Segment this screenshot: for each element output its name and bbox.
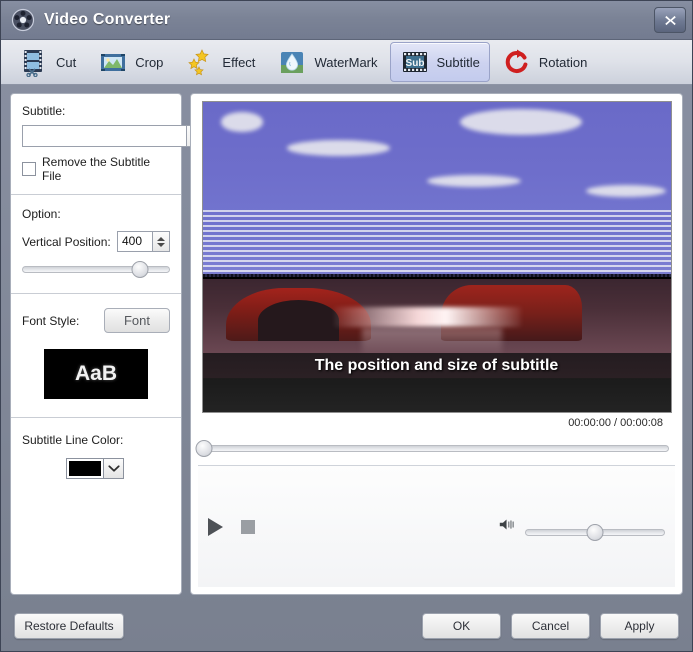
light-beam bbox=[333, 306, 521, 327]
color-swatch-wrap[interactable] bbox=[66, 458, 104, 479]
footer-buttons: OK Cancel Apply bbox=[422, 613, 679, 639]
subtitle-overlay: The position and size of subtitle bbox=[202, 353, 671, 412]
divider bbox=[11, 194, 181, 195]
cancel-button[interactable]: Cancel bbox=[511, 613, 590, 639]
vertical-position-label: Vertical Position: bbox=[22, 234, 111, 249]
tab-rotation[interactable]: Rotation bbox=[492, 42, 597, 82]
close-icon[interactable] bbox=[654, 7, 686, 33]
vertical-position-value[interactable]: 400 bbox=[117, 231, 153, 252]
subtitle-label: Subtitle: bbox=[22, 104, 66, 118]
tab-label: Subtitle bbox=[436, 54, 480, 70]
playback-controls bbox=[198, 466, 675, 587]
font-preview-text: AaB bbox=[74, 362, 117, 385]
tab-watermark[interactable]: WaterMark bbox=[267, 42, 387, 82]
option-label: Option: bbox=[22, 207, 61, 221]
preview-panel: The position and size of subtitle 00:00:… bbox=[190, 93, 683, 595]
cloud bbox=[286, 140, 390, 156]
remove-subtitle-checkbox[interactable] bbox=[22, 162, 36, 176]
water-drop-icon bbox=[277, 47, 307, 77]
sky-layer bbox=[202, 102, 671, 276]
slider-thumb[interactable] bbox=[586, 523, 604, 541]
color-swatch bbox=[69, 461, 101, 476]
remove-subtitle-checkbox-row[interactable]: Remove the Subtitle File bbox=[22, 155, 170, 183]
rotate-arrow-icon bbox=[502, 47, 532, 77]
subtitle-path-input[interactable] bbox=[22, 125, 186, 147]
cloud-band bbox=[202, 209, 671, 276]
font-button[interactable]: Font bbox=[104, 308, 170, 333]
content-area: Subtitle: Remove the Subtitle File Optio… bbox=[1, 85, 692, 601]
tab-cut[interactable]: Cut bbox=[9, 42, 86, 82]
vertical-position-row: Vertical Position: 400 bbox=[22, 231, 170, 252]
video-converter-window: Video Converter Cut Crop Effect WaterMar… bbox=[0, 0, 693, 652]
tab-label: Rotation bbox=[538, 54, 588, 70]
vertical-position-slider[interactable] bbox=[22, 261, 170, 278]
cloud bbox=[459, 108, 582, 135]
tab-crop[interactable]: Crop bbox=[88, 42, 173, 82]
divider bbox=[11, 293, 181, 294]
tab-bar: Cut Crop Effect WaterMark Sub Subtitle R… bbox=[1, 40, 692, 85]
ok-button[interactable]: OK bbox=[422, 613, 501, 639]
tab-label: Effect bbox=[222, 54, 256, 70]
font-style-row: Font Style: Font bbox=[22, 308, 170, 333]
play-icon[interactable] bbox=[208, 517, 223, 536]
subtitle-file-row bbox=[22, 125, 212, 147]
chevron-up-icon[interactable] bbox=[157, 236, 165, 241]
chevron-down-icon[interactable] bbox=[104, 458, 124, 479]
restore-defaults-button[interactable]: Restore Defaults bbox=[14, 613, 124, 639]
tab-label: Crop bbox=[135, 54, 164, 70]
font-preview: AaB bbox=[44, 349, 148, 399]
cloud bbox=[586, 185, 666, 198]
progress-wrap bbox=[195, 429, 675, 457]
subtitle-line-color-row: Subtitle Line Color: bbox=[22, 431, 170, 479]
stop-icon[interactable] bbox=[241, 519, 255, 534]
title-bar: Video Converter bbox=[1, 1, 692, 40]
time-display: 00:00:00 / 00:00:08 bbox=[568, 417, 663, 429]
svg-text:Sub: Sub bbox=[405, 58, 424, 69]
vertical-position-spin-buttons[interactable] bbox=[153, 231, 170, 252]
slider-track bbox=[204, 445, 669, 452]
subtitle-line-color-picker[interactable] bbox=[66, 458, 124, 479]
footer-bar: Restore Defaults OK Cancel Apply bbox=[1, 601, 692, 651]
crop-frame-icon bbox=[98, 47, 128, 77]
tab-subtitle[interactable]: Sub Subtitle bbox=[389, 42, 490, 82]
slider-thumb[interactable] bbox=[195, 440, 213, 457]
subtitle-overlay-text: The position and size of subtitle bbox=[314, 357, 559, 375]
film-scissors-icon bbox=[19, 47, 49, 78]
tab-label: Cut bbox=[56, 54, 77, 70]
cloud bbox=[221, 112, 264, 132]
font-style-label: Font Style: bbox=[22, 313, 80, 328]
stars-icon bbox=[185, 47, 215, 77]
volume-area bbox=[498, 515, 665, 541]
subtitle-line-color-label: Subtitle Line Color: bbox=[22, 433, 124, 447]
speaker-icon[interactable] bbox=[498, 517, 516, 537]
tab-label: WaterMark bbox=[314, 54, 378, 70]
time-row: 00:00:00 / 00:00:08 bbox=[198, 413, 675, 429]
sub-film-icon: Sub bbox=[400, 47, 430, 77]
horizon-line bbox=[202, 274, 671, 278]
tab-effect[interactable]: Effect bbox=[175, 42, 265, 82]
window-title: Video Converter bbox=[44, 11, 171, 28]
slider-thumb[interactable] bbox=[131, 261, 149, 278]
apply-button[interactable]: Apply bbox=[600, 613, 679, 639]
chevron-down-icon[interactable] bbox=[157, 242, 165, 247]
remove-subtitle-label: Remove the Subtitle File bbox=[42, 155, 151, 183]
vertical-position-stepper[interactable]: 400 bbox=[117, 231, 170, 252]
video-preview[interactable]: The position and size of subtitle bbox=[201, 101, 672, 413]
subtitle-settings-panel: Subtitle: Remove the Subtitle File Optio… bbox=[10, 93, 212, 595]
cloud bbox=[427, 174, 521, 188]
film-reel-icon bbox=[11, 8, 35, 32]
divider bbox=[11, 417, 181, 418]
volume-slider[interactable] bbox=[525, 523, 665, 541]
playback-progress-slider[interactable] bbox=[195, 440, 669, 457]
